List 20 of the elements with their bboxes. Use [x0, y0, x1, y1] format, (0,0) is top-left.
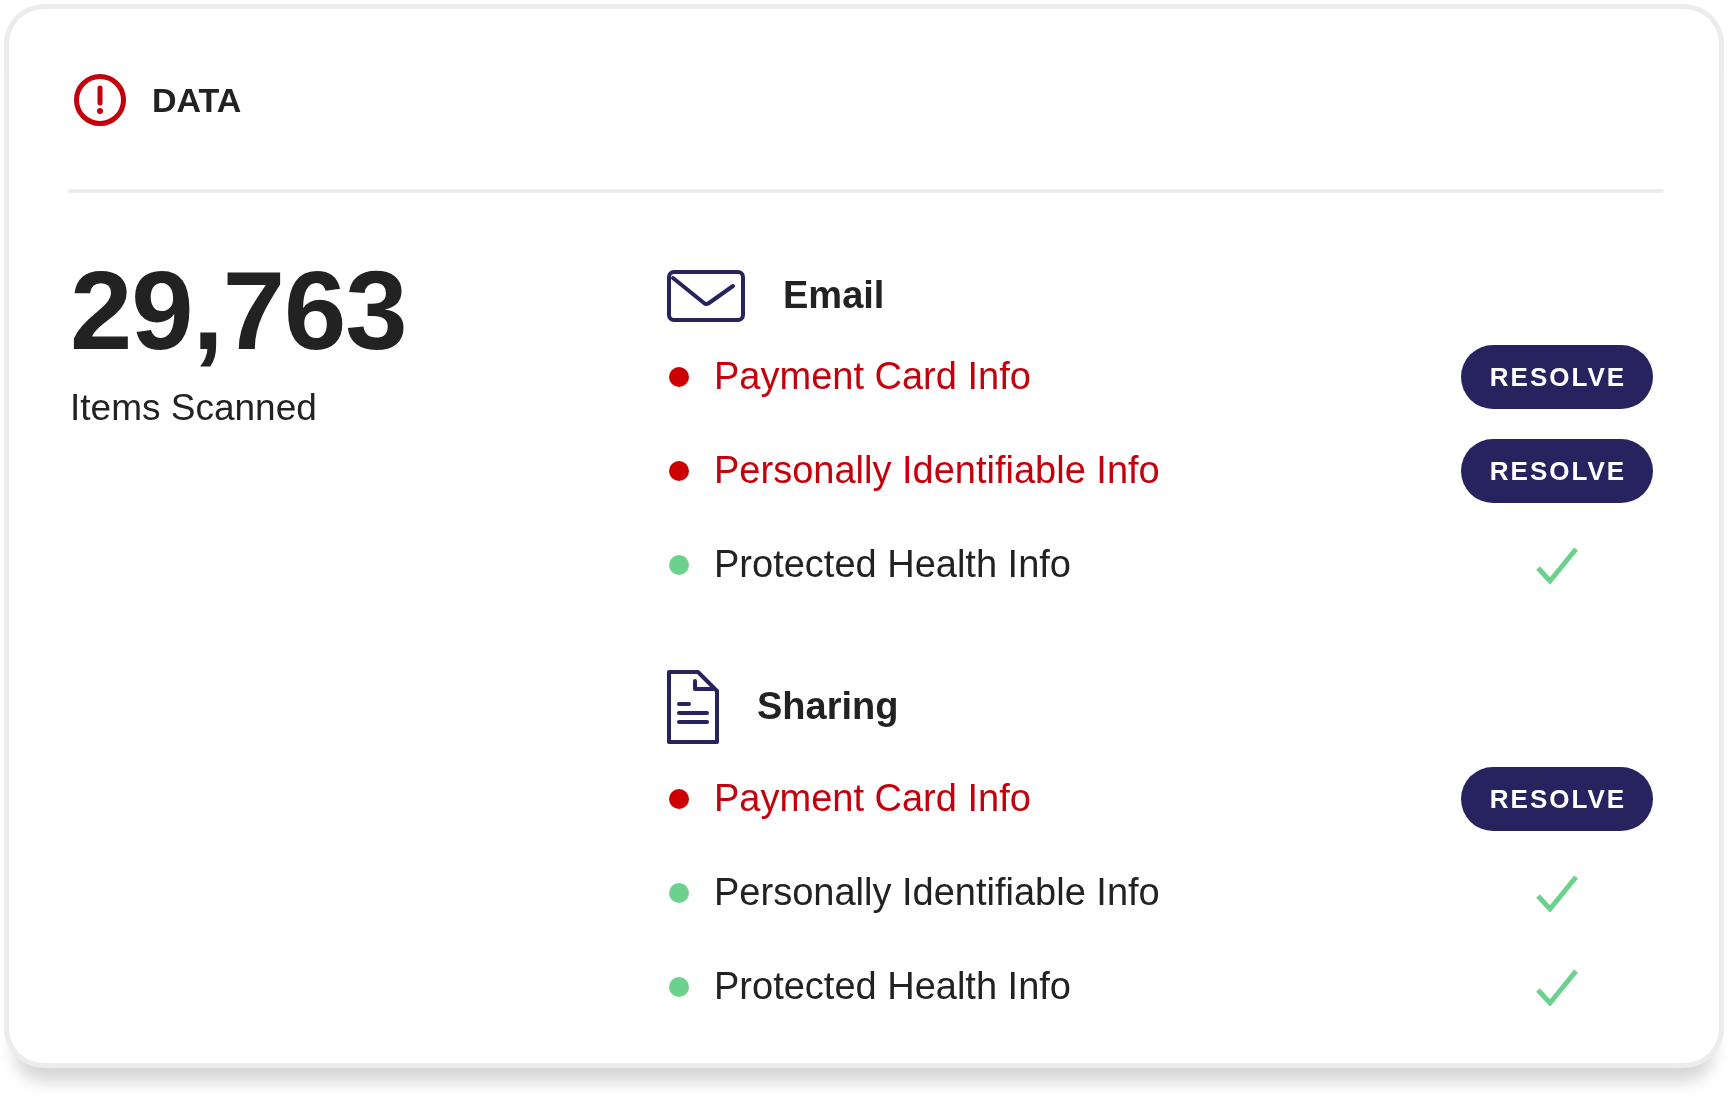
finding-label: Personally Identifiable Info — [714, 870, 1161, 916]
card-title: DATA — [152, 83, 242, 117]
check-icon — [1535, 968, 1579, 1006]
resolve-button[interactable]: RESOLVE — [1461, 767, 1653, 831]
alert-icon — [74, 74, 126, 126]
document-icon — [667, 670, 719, 744]
section-title: Email — [783, 275, 885, 317]
finding-label: Payment Card Info — [714, 776, 1032, 822]
check-icon — [1535, 546, 1579, 584]
items-label: Items Scanned — [70, 386, 318, 430]
finding-label: Payment Card Info — [714, 354, 1032, 400]
resolve-button[interactable]: RESOLVE — [1461, 439, 1653, 503]
finding-label: Protected Health Info — [714, 964, 1072, 1010]
check-icon — [1535, 874, 1579, 912]
items-count: 29,763 — [70, 255, 408, 367]
finding-label: Protected Health Info — [714, 542, 1072, 588]
finding-label: Personally Identifiable Info — [714, 448, 1161, 494]
envelope-icon — [667, 270, 745, 322]
resolve-button[interactable]: RESOLVE — [1461, 345, 1653, 409]
section-title: Sharing — [757, 686, 899, 728]
